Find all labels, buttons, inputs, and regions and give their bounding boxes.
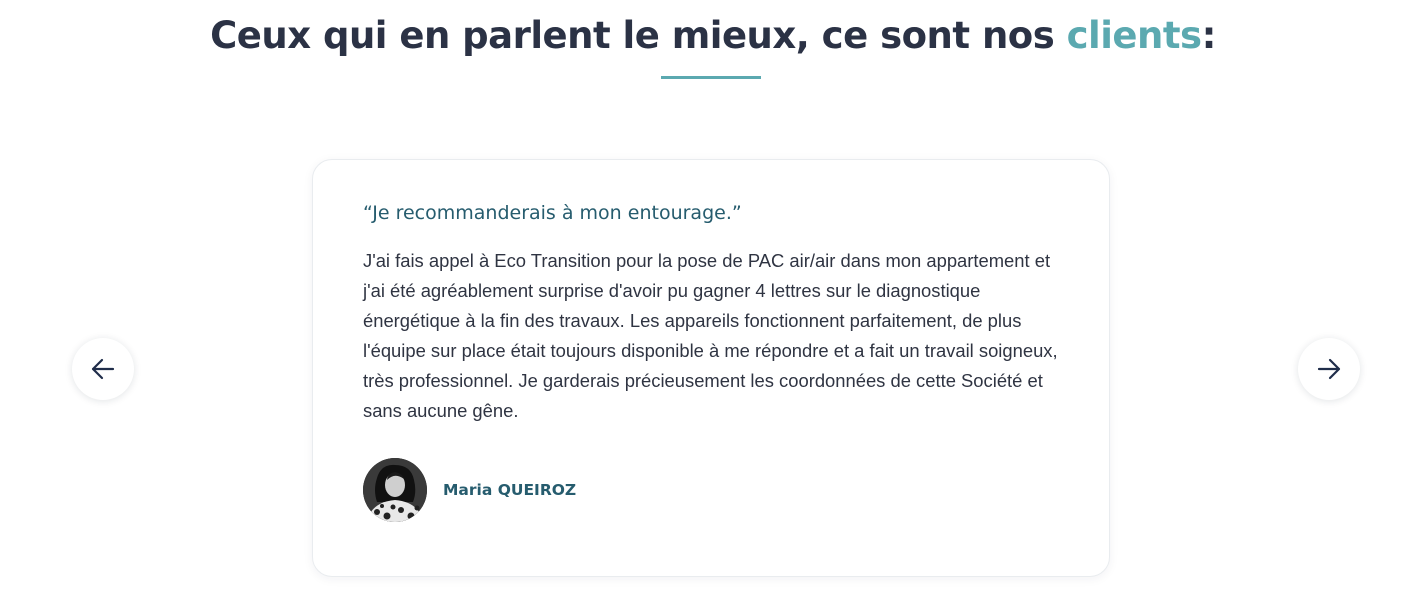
section-heading: Ceux qui en parlent le mieux, ce sont no… (0, 14, 1426, 57)
heading-colon: : (1201, 14, 1217, 57)
previous-testimonial-button[interactable] (72, 338, 134, 400)
testimonial-body: J'ai fais appel à Eco Transition pour la… (363, 250, 1058, 421)
heading-underline (661, 76, 761, 79)
testimonial-quote-title: “Je recommanderais à mon entourage.” (363, 202, 742, 224)
avatar (363, 458, 427, 522)
heading-text: Ceux qui en parlent le mieux, ce sont no… (210, 14, 1067, 57)
testimonial-card: “Je recommanderais à mon entourage.” J'a… (312, 159, 1110, 577)
testimonial-author: Maria QUEIROZ (363, 458, 576, 522)
arrow-left-icon (90, 356, 116, 382)
heading-accent-word: clients (1066, 14, 1202, 57)
next-testimonial-button[interactable] (1298, 338, 1360, 400)
arrow-right-icon (1316, 356, 1342, 382)
author-name: Maria QUEIROZ (443, 481, 577, 499)
